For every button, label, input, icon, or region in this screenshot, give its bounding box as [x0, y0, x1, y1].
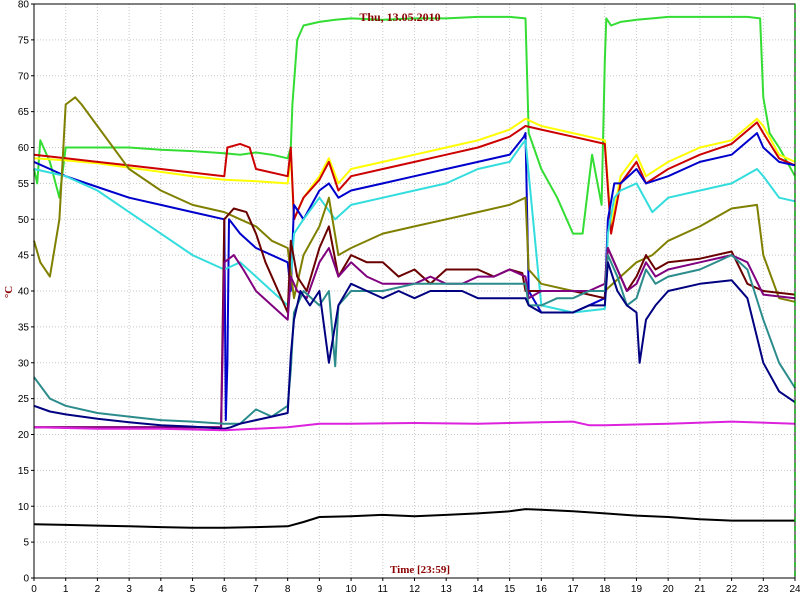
y-tick-label: 40 — [18, 287, 30, 298]
x-tick-label: 18 — [599, 584, 611, 595]
x-tick-label: 9 — [317, 584, 323, 595]
x-tick-label: 22 — [726, 584, 738, 595]
x-tick-label: 13 — [441, 584, 453, 595]
x-tick-label: 0 — [31, 584, 37, 595]
x-tick-label: 6 — [221, 584, 227, 595]
x-tick-label: 19 — [631, 584, 643, 595]
x-tick-label: 11 — [378, 584, 389, 595]
x-tick-label: 14 — [472, 584, 484, 595]
series-line-11 — [33, 420, 796, 432]
x-tick-label: 17 — [567, 584, 579, 595]
x-tick-label: 15 — [504, 584, 516, 595]
temperature-chart: 05101520253035404550556065707580 0123456… — [3, 0, 800, 595]
y-tick-label: 15 — [18, 466, 30, 477]
x-axis-label: Time [23:59] — [390, 564, 450, 576]
x-tick-labels: 0 1 2 3 4 5 6 7 8 9 10 11 12 13 14 15 16 17 18 19 20 21 22 23 24 — [31, 578, 800, 595]
y-tick-labels: 0 5 10 15 20 25 30 35 40 45 50 55 60 65 70 75 80 — [18, 0, 34, 585]
x-tick-label: 16 — [536, 584, 548, 595]
x-tick-label: 8 — [285, 584, 291, 595]
y-tick-label: 65 — [18, 107, 30, 118]
grid — [33, 3, 796, 579]
y-axis-label: °C — [3, 286, 15, 298]
series-line-4 — [33, 132, 796, 422]
y-tick-label: 20 — [18, 430, 30, 441]
x-tick-label: 10 — [346, 584, 358, 595]
y-tick-label: 70 — [18, 71, 30, 82]
y-tick-label: 35 — [18, 322, 30, 333]
x-tick-label: 21 — [694, 584, 706, 595]
x-tick-label: 2 — [95, 584, 101, 595]
y-tick-label: 0 — [23, 574, 29, 585]
x-tick-label: 20 — [663, 584, 675, 595]
x-tick-label: 3 — [126, 584, 132, 595]
y-tick-label: 10 — [18, 502, 30, 513]
y-tick-label: 30 — [18, 358, 30, 369]
x-tick-label: 12 — [409, 584, 421, 595]
y-tick-label: 80 — [18, 0, 30, 11]
x-tick-label: 24 — [789, 584, 800, 595]
y-tick-label: 50 — [18, 215, 30, 226]
x-tick-label: 23 — [758, 584, 770, 595]
y-tick-label: 5 — [23, 538, 29, 549]
x-tick-label: 1 — [63, 584, 69, 595]
y-tick-label: 45 — [18, 251, 30, 262]
x-tick-label: 4 — [158, 584, 164, 595]
y-tick-label: 75 — [18, 35, 30, 46]
y-tick-label: 55 — [18, 179, 30, 190]
chart-title: Thu, 13.05.2010 — [359, 10, 440, 24]
x-tick-label: 7 — [253, 584, 259, 595]
y-tick-label: 25 — [18, 394, 30, 405]
y-tick-label: 60 — [18, 143, 30, 154]
x-tick-label: 5 — [190, 584, 196, 595]
